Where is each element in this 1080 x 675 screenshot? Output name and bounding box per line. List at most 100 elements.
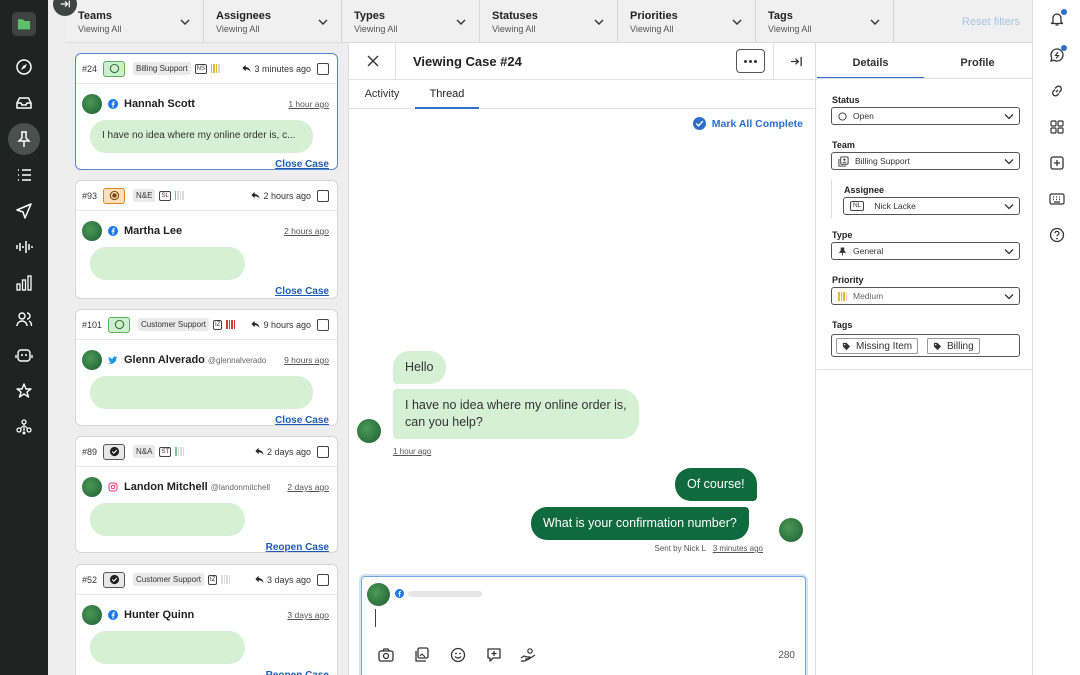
case-time[interactable]: 9 hours ago [284,355,329,365]
filter-statuses[interactable]: Statuses Viewing All [480,0,618,43]
reset-filters-button[interactable]: Reset filters [962,16,1020,28]
priority-select[interactable]: Medium [831,287,1020,305]
priority-bar [179,191,182,200]
case-card[interactable]: #52 Customer Support IZ 3 days ago Hunter Qu… [75,564,338,675]
grid-icon[interactable] [1049,119,1065,135]
type-value: General [853,246,884,256]
audio-wave-icon[interactable] [8,231,40,263]
case-id: #89 [82,446,98,457]
star-badge-icon[interactable] [8,375,40,407]
add-square-icon[interactable] [1049,155,1065,171]
help-icon[interactable] [1049,227,1065,243]
priority-label: Priority [832,275,864,285]
assignee-initials: SL [159,190,171,201]
reply-composer[interactable]: 280 [361,576,806,675]
case-card[interactable]: #101 Customer Support IZ 9 hours ago Glenn A… [75,309,338,426]
assignee-initials: NL [850,201,865,211]
bot-icon[interactable] [8,339,40,371]
priority-bar [215,64,218,73]
add-comment-icon[interactable] [486,647,502,663]
message-time-link[interactable]: 1 hour ago [393,447,431,456]
send-icon[interactable] [8,195,40,227]
expand-panel-icon[interactable] [790,55,803,68]
case-card-body: Hunter Quinn 3 days ago Reopen Case [76,595,337,675]
select-checkbox[interactable] [317,445,329,458]
assignee-select[interactable]: NL Nick Lacke [843,197,1020,215]
case-time[interactable]: 2 days ago [287,482,329,492]
facebook-icon [108,99,118,109]
tag-chip[interactable]: Missing Item [836,338,919,354]
case-time[interactable]: 2 hours ago [284,226,329,236]
tab-thread[interactable]: Thread [415,80,479,109]
tab-profile[interactable]: Profile [924,43,1031,79]
select-checkbox[interactable] [317,189,329,202]
tab-activity[interactable]: Activity [349,80,415,109]
users-icon[interactable] [8,303,40,335]
case-time[interactable]: 1 hour ago [288,99,329,109]
status-label: Status [832,95,860,105]
case-card-header: #89 N&A ST 2 days ago [76,437,337,467]
keyboard-icon[interactable] [1049,191,1065,207]
divider [773,43,774,80]
bar-chart-icon[interactable] [8,267,40,299]
folder-icon[interactable] [8,8,40,40]
pin-icon [838,246,847,256]
select-checkbox[interactable] [317,62,329,75]
tags-input[interactable]: Missing Item Billing [831,334,1020,357]
assignee-initials: IZ [212,319,223,330]
type-select[interactable]: General [831,242,1020,260]
filter-types[interactable]: Types Viewing All [342,0,480,43]
list-icon[interactable] [8,159,40,191]
team-value: Billing Support [855,156,910,166]
network-icon[interactable] [8,411,40,443]
more-options-button[interactable] [736,49,765,73]
tag-label: Missing Item [856,340,913,352]
compass-icon[interactable] [8,51,40,83]
status-select[interactable]: Open [831,107,1020,125]
camera-icon[interactable] [378,647,394,663]
select-checkbox[interactable] [317,318,329,331]
mark-all-complete-label: Mark All Complete [711,117,803,130]
filter-tags[interactable]: Tags Viewing All [756,0,894,43]
tab-details[interactable]: Details [817,43,924,79]
reopen-case-button[interactable]: Reopen Case [266,542,329,553]
pin-icon[interactable] [8,123,40,155]
close-case-button[interactable]: Close Case [275,159,329,170]
case-card-header: #93 N&E SL 2 hours ago [76,181,337,211]
team-tag: N&E [133,189,156,202]
filter-teams[interactable]: Teams Viewing All [66,0,204,43]
handoff-icon[interactable] [520,647,536,663]
inbox-icon[interactable] [8,87,40,119]
last-reply: 9 hours ago [251,320,311,330]
emoji-icon[interactable] [450,647,466,663]
mark-all-complete-button[interactable]: Mark All Complete [692,117,803,130]
divider [817,369,1032,370]
select-checkbox[interactable] [317,573,329,586]
case-card[interactable]: #93 N&E SL 2 hours ago Martha Lee 2 hours ago… [75,180,338,299]
filter-assignees[interactable]: Assignees Viewing All [204,0,342,43]
case-list: #24 Billing Support NS 3 minutes ago Hannah … [66,43,348,675]
customer-name: Landon Mitchell @landonmitchell [124,481,270,493]
close-icon[interactable] [367,55,379,67]
media-library-icon[interactable] [414,647,430,663]
message-meta: Sent by Nick L 3 minutes ago [654,544,763,553]
customer-name: Glenn Alverado @glennalverado [124,354,266,366]
close-case-button[interactable]: Close Case [275,415,329,426]
link-icon[interactable] [1049,83,1065,99]
case-card[interactable]: #24 Billing Support NS 3 minutes ago Hannah … [75,53,338,170]
priority-icon [175,447,185,456]
close-case-button[interactable]: Close Case [275,286,329,297]
status-open-icon [103,60,126,77]
priority-bar [228,320,231,329]
tag-icon [842,342,851,350]
customer-name: Hunter Quinn [124,609,197,621]
tag-chip[interactable]: Billing [927,338,980,354]
reopen-case-button[interactable]: Reopen Case [266,670,329,675]
last-reply: 3 minutes ago [242,64,311,74]
case-time[interactable]: 3 days ago [287,610,329,620]
team-select[interactable]: Billing Support [831,152,1020,170]
case-card[interactable]: #89 N&A ST 2 days ago Landon Mitchell @landon… [75,436,338,553]
filter-priorities[interactable]: Priorities Viewing All [618,0,756,43]
message-time-link[interactable]: 3 minutes ago [713,544,763,553]
message-bubble-incoming: I have no idea where my online order is,… [393,389,639,439]
